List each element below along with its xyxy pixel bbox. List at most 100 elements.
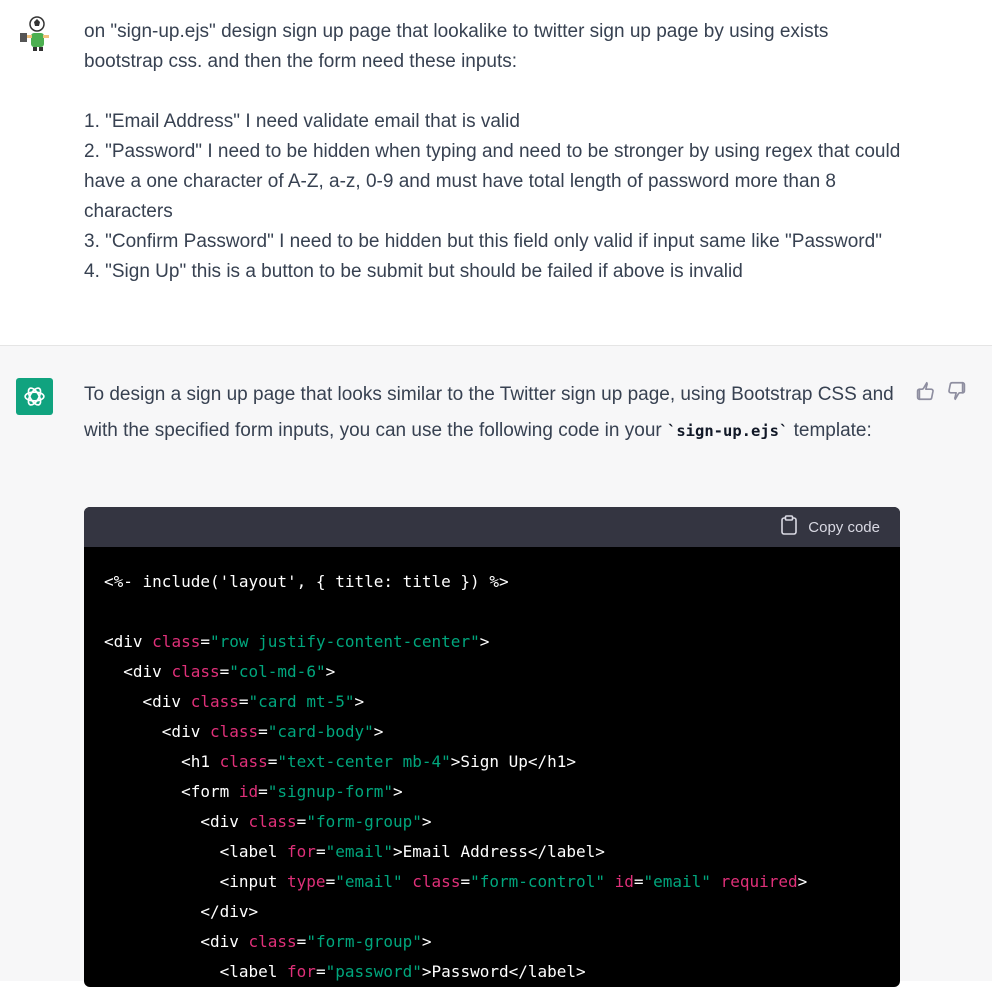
- code-token: class: [209, 722, 259, 741]
- code-token: "form-group": [306, 932, 422, 951]
- code-token: >Password</label>: [421, 962, 586, 981]
- user-paragraph: 1. "Email Address" I need validate email…: [84, 111, 520, 132]
- code-token: =: [315, 962, 326, 981]
- code-token: "password": [325, 962, 422, 981]
- code-token: <div: [104, 932, 249, 951]
- assistant-message: To design a sign up page that looks simi…: [0, 346, 992, 987]
- code-line: </div>: [104, 897, 900, 927]
- code-token: id: [238, 782, 259, 801]
- code-token: <h1: [104, 752, 220, 771]
- code-line: <label for="password">Password</label>: [104, 957, 900, 987]
- code-token: "text-center mb-4": [277, 752, 451, 771]
- code-token: <%- include('layout', { title: title }) …: [104, 572, 509, 591]
- code-token: =: [315, 842, 326, 861]
- code-line: <%- include('layout', { title: title }) …: [104, 567, 900, 597]
- code-token: "form-group": [306, 812, 422, 831]
- code-line: <div class="form-group">: [104, 807, 900, 837]
- code-token: =: [200, 632, 210, 651]
- code-token: >: [325, 662, 336, 681]
- code-line: <div class="row justify-content-center">: [104, 627, 900, 657]
- code-token: </div>: [104, 902, 259, 921]
- thumbs-up-icon[interactable]: [913, 380, 935, 402]
- code-token: =: [258, 722, 268, 741]
- code-token: =: [325, 872, 336, 891]
- openai-logo-icon: [24, 387, 45, 406]
- code-line: <div class="card mt-5">: [104, 687, 900, 717]
- code-token: <div: [104, 662, 172, 681]
- code-token: =: [460, 872, 471, 891]
- clipboard-icon: [780, 515, 798, 539]
- code-token: "email": [325, 842, 394, 861]
- thumbs-down-icon[interactable]: [947, 380, 969, 402]
- intro-text-after: template:: [788, 419, 872, 441]
- copy-code-button[interactable]: Copy code: [780, 515, 880, 539]
- code-token: >: [373, 722, 384, 741]
- code-line: <label for="email">Email Address</label>: [104, 837, 900, 867]
- code-token: =: [238, 692, 249, 711]
- code-token: >Sign Up</h1>: [450, 752, 577, 771]
- code-token: for: [287, 962, 316, 981]
- code-token: "col-md-6": [229, 662, 326, 681]
- code-token: =: [296, 932, 307, 951]
- code-token: <div: [104, 812, 249, 831]
- code-token: <input: [104, 872, 288, 891]
- assistant-intro-text: To design a sign up page that looks simi…: [84, 377, 904, 449]
- code-token: =: [296, 812, 307, 831]
- inline-code-filename: `sign-up.ejs`: [667, 421, 789, 440]
- code-token: <div: [104, 722, 210, 741]
- code-token: class: [152, 632, 201, 651]
- code-token: =: [258, 782, 268, 801]
- code-token: <label: [104, 962, 288, 981]
- user-message-text: on "sign-up.ejs" design sign up page tha…: [84, 17, 904, 287]
- code-token: "form-control": [470, 872, 605, 891]
- code-line: <input type="email" class="form-control"…: [104, 867, 900, 897]
- code-token: class: [190, 692, 239, 711]
- code-token: class: [412, 872, 461, 891]
- code-token: "email": [335, 872, 403, 891]
- code-token: =: [219, 662, 230, 681]
- code-token: >: [797, 872, 808, 891]
- user-paragraph: 2. "Password" I need to be hidden when t…: [84, 141, 901, 222]
- code-line: <div class="form-group">: [104, 927, 900, 957]
- code-token: "card mt-5": [248, 692, 355, 711]
- code-token: <label: [104, 842, 288, 861]
- code-token: =: [633, 872, 644, 891]
- code-token: class: [248, 932, 297, 951]
- code-token: class: [171, 662, 220, 681]
- code-line: <form id="signup-form">: [104, 777, 900, 807]
- code-token: >: [393, 782, 403, 801]
- code-block: Copy code <%- include('layout', { title:…: [84, 507, 900, 987]
- user-paragraph: 3. "Confirm Password" I need to be hidde…: [84, 231, 882, 252]
- user-paragraph: on "sign-up.ejs" design sign up page tha…: [84, 21, 829, 72]
- soccer-player-avatar-icon: [20, 16, 49, 51]
- code-token: >: [421, 812, 432, 831]
- code-token: class: [248, 812, 297, 831]
- user-paragraph: 4. "Sign Up" this is a button to be subm…: [84, 261, 743, 282]
- copy-code-label: Copy code: [808, 518, 880, 536]
- code-token: type: [287, 872, 326, 891]
- code-token: for: [287, 842, 316, 861]
- code-token: <div: [104, 632, 153, 651]
- code-token: required: [720, 872, 798, 891]
- user-message: on "sign-up.ejs" design sign up page tha…: [0, 0, 992, 346]
- code-token: "signup-form": [267, 782, 393, 801]
- code-token: "card-body": [267, 722, 374, 741]
- code-token: >: [354, 692, 365, 711]
- code-token: >: [479, 632, 490, 651]
- chatgpt-avatar: [16, 378, 53, 415]
- feedback-buttons: [913, 380, 969, 402]
- code-line: <div class="col-md-6">: [104, 657, 900, 687]
- code-token: class: [219, 752, 268, 771]
- code-token: =: [267, 752, 278, 771]
- code-block-header: Copy code: [84, 507, 900, 547]
- code-token: id: [614, 872, 634, 891]
- code-line: <div class="card-body">: [104, 717, 900, 747]
- user-avatar: [17, 16, 53, 52]
- code-token: >: [421, 932, 432, 951]
- code-token: <form: [104, 782, 239, 801]
